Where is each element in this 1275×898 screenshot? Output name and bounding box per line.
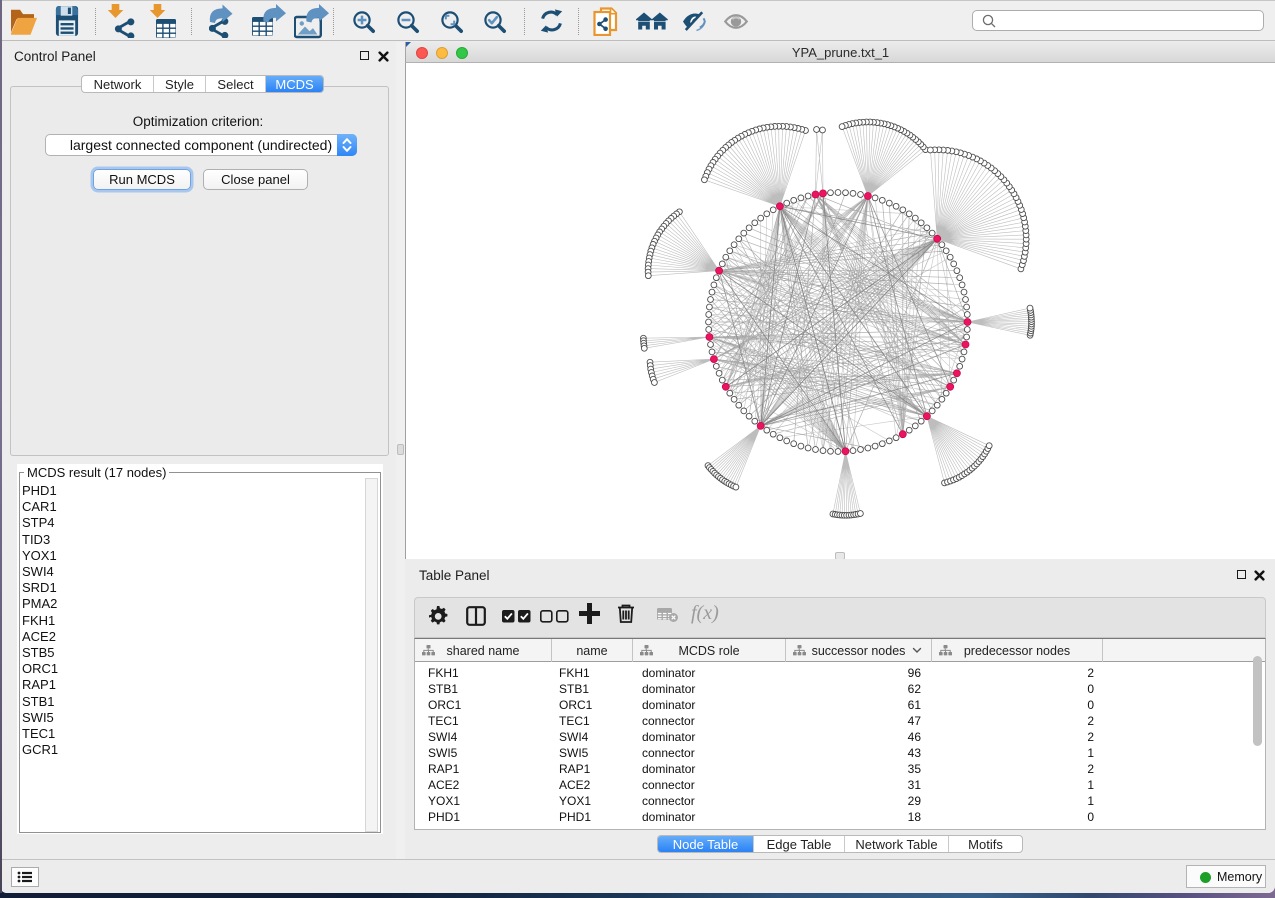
svg-text:f(x): f(x): [691, 603, 719, 624]
